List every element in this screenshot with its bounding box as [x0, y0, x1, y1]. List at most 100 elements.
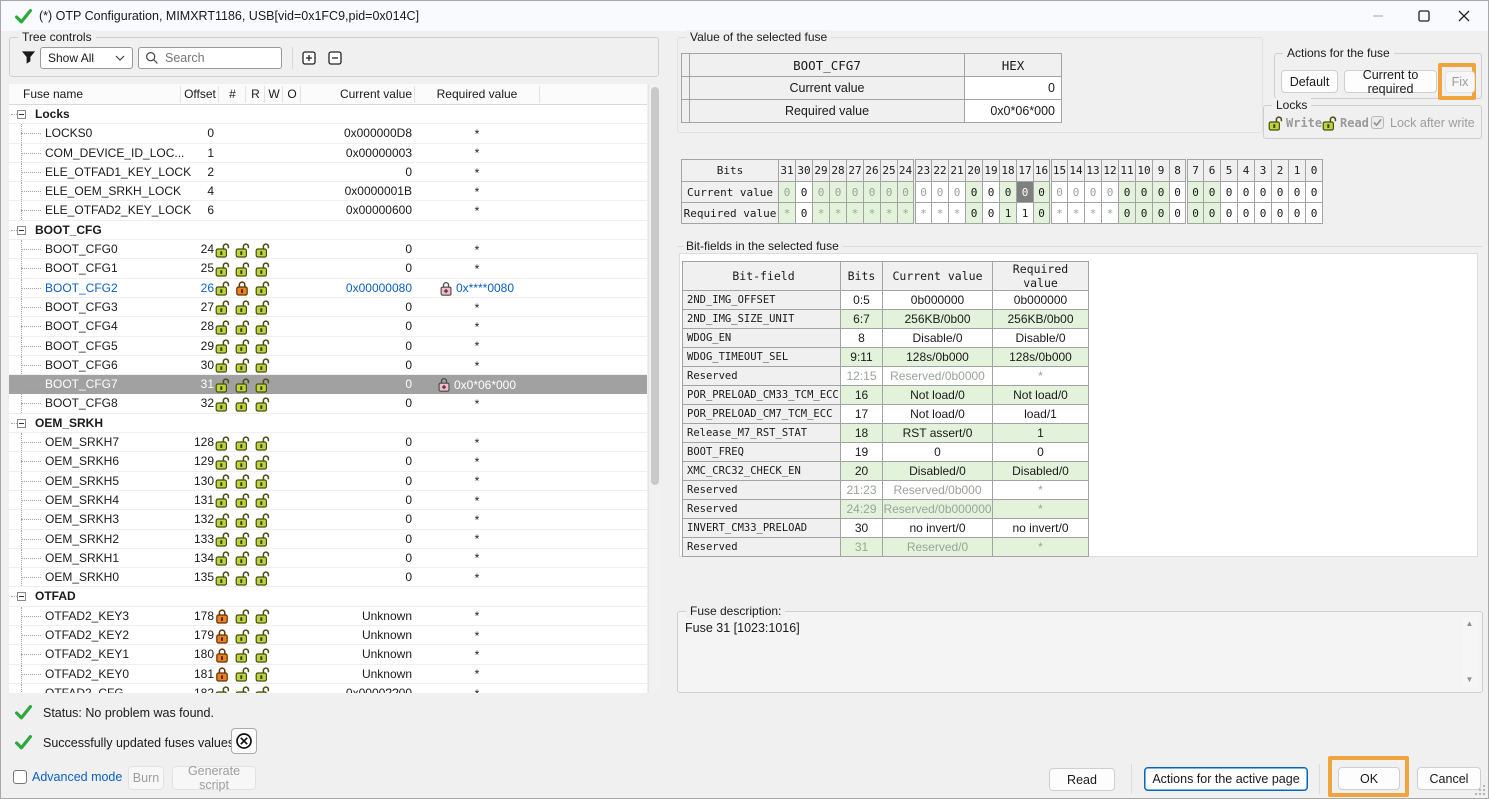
fuse-row[interactable]: OEM_SRKH61290* — [9, 452, 647, 471]
fuse-group-row[interactable]: BOOT_CFG — [9, 221, 647, 240]
fuse-group-row[interactable]: Locks — [9, 105, 647, 124]
fuse-row[interactable]: BOOT_CFG4280* — [9, 317, 647, 336]
bitfield-row[interactable]: Reserved12:15Reserved/0b0000* — [683, 367, 1089, 386]
fuse-row[interactable]: OEM_SRKH41310* — [9, 491, 647, 510]
fuse-required-value[interactable]: * — [415, 684, 539, 693]
lock-icons[interactable] — [215, 531, 270, 547]
lock-icons[interactable] — [215, 377, 270, 393]
fuse-required-value[interactable]: * — [415, 433, 539, 452]
bitfield-row[interactable]: XMC_CRC32_CHECK_EN20Disabled/0Disabled/0 — [683, 462, 1089, 481]
fuse-group-row[interactable]: OTFAD — [9, 587, 647, 606]
lock-icons[interactable] — [215, 492, 270, 508]
dismiss-message-button[interactable] — [231, 728, 257, 754]
fuse-row[interactable]: OTFAD2_KEY2179Unknown* — [9, 626, 647, 645]
bitfield-row[interactable]: BOOT_FREQ1900 — [683, 443, 1089, 462]
fuse-row[interactable]: OEM_SRKH51300* — [9, 472, 647, 491]
fuse-required-value[interactable]: * — [415, 645, 539, 664]
expand-all-icon[interactable] — [302, 51, 316, 70]
lock-icons[interactable] — [215, 261, 270, 277]
bitfield-required[interactable]: 1 — [993, 424, 1089, 443]
maximize-button[interactable] — [1408, 5, 1440, 27]
bitfield-required[interactable]: Disable/0 — [993, 329, 1089, 348]
bit-cell-16[interactable]: 0 — [1034, 203, 1051, 224]
fuse-required-value[interactable]: * — [415, 472, 539, 491]
fuse-required-value[interactable]: * — [415, 144, 539, 163]
bitfield-row[interactable]: POR_PRELOAD_CM33_TCM_ECC16Not load/0Not … — [683, 386, 1089, 405]
fuse-row[interactable]: BOOT_CFG1250* — [9, 259, 647, 278]
bit-cell-2[interactable]: 0 — [1272, 203, 1289, 224]
current-to-required-button[interactable]: Current to required — [1344, 70, 1437, 93]
actions-for-active-page-button[interactable]: Actions for the active page — [1144, 767, 1308, 791]
fuse-row[interactable]: ELE_OEM_SRKH_LOCK40x0000001B* — [9, 182, 647, 201]
search-input[interactable]: Search — [138, 47, 282, 69]
bit-cell-23[interactable]: * — [915, 203, 932, 224]
lock-icons[interactable] — [215, 435, 270, 451]
col-w[interactable]: W — [265, 87, 283, 102]
fuse-required-value[interactable]: * — [415, 626, 539, 645]
bit-cell-14[interactable]: * — [1068, 203, 1085, 224]
bit-cell-18[interactable]: 1 — [1000, 203, 1017, 224]
bit-cell-0[interactable]: 0 — [1306, 203, 1323, 224]
fuse-row[interactable]: LOCKS000x000000D8* — [9, 124, 647, 143]
collapse-all-icon[interactable] — [328, 51, 342, 70]
fuse-row[interactable]: OTFAD2_CFG1820x0000??00* — [9, 684, 647, 693]
fuse-required-value[interactable]: * — [415, 665, 539, 684]
bit-cell-28[interactable]: * — [830, 203, 847, 224]
ok-button[interactable]: OK — [1338, 767, 1400, 790]
fix-button[interactable]: Fix — [1445, 71, 1475, 93]
fuse-required-value[interactable]: * — [415, 201, 539, 220]
bitfield-row[interactable]: 2ND_IMG_OFFSET0:50b0000000b000000 — [683, 291, 1089, 310]
fuse-required-value[interactable]: * — [415, 337, 539, 356]
bit-cell-4[interactable]: 0 — [1238, 203, 1255, 224]
bit-cell-19[interactable]: 0 — [983, 203, 1000, 224]
fuse-required-value[interactable]: * — [415, 549, 539, 568]
fuse-row[interactable]: BOOT_CFG8320* — [9, 394, 647, 413]
fuse-row[interactable]: OEM_SRKH01350* — [9, 568, 647, 587]
fuse-row[interactable]: BOOT_CFG0240* — [9, 240, 647, 259]
lock-icons[interactable] — [215, 570, 270, 586]
lock-icons[interactable] — [215, 608, 270, 624]
bit-cell-17[interactable]: 1 — [1017, 203, 1034, 224]
bit-cell-26[interactable]: * — [864, 203, 881, 224]
bit-cell-9[interactable]: 0 — [1153, 203, 1170, 224]
fuse-required-value[interactable]: * — [415, 510, 539, 529]
bitfield-required[interactable]: no invert/0 — [993, 519, 1089, 538]
bit-cell-12[interactable]: * — [1102, 203, 1119, 224]
collapse-icon[interactable] — [17, 110, 26, 119]
fuse-required-value[interactable]: * — [415, 298, 539, 317]
bitfield-required[interactable]: * — [993, 500, 1089, 519]
fuse-required-value[interactable]: * — [415, 452, 539, 471]
fuse-group-row[interactable]: OEM_SRKH — [9, 414, 647, 433]
bit-cell-6[interactable]: 0 — [1204, 203, 1221, 224]
collapse-icon[interactable] — [17, 592, 26, 601]
burn-button[interactable]: Burn — [128, 766, 164, 790]
bit-cell-31[interactable]: * — [779, 203, 796, 224]
fuse-required-value[interactable]: * — [415, 568, 539, 587]
lock-icons[interactable] — [215, 242, 270, 258]
fuse-row[interactable]: BOOT_CFG73100x0*06*000 — [9, 375, 647, 394]
lock-after-write-checkbox[interactable] — [1371, 116, 1384, 129]
bitfield-required[interactable]: * — [993, 538, 1089, 557]
lock-icons[interactable] — [215, 338, 270, 354]
bit-cell-7[interactable]: 0 — [1187, 203, 1204, 224]
fuse-row[interactable]: BOOT_CFG6300* — [9, 356, 647, 375]
fuse-required-value[interactable]: * — [415, 356, 539, 375]
bitfield-row[interactable]: Release_M7_RST_STAT18RST assert/01 — [683, 424, 1089, 443]
scrollbar-thumb[interactable] — [651, 87, 659, 485]
bit-cell-24[interactable]: * — [898, 203, 915, 224]
fuse-required-value[interactable]: * — [415, 607, 539, 626]
generate-script-button[interactable]: Generate script — [172, 766, 256, 790]
col-current-value[interactable]: Current value — [301, 87, 412, 102]
lock-icons[interactable] — [215, 647, 270, 663]
fuse-row[interactable]: OEM_SRKH11340* — [9, 549, 647, 568]
bitfield-row[interactable]: WDOG_TIMEOUT_SEL9:11128s/0b000128s/0b000 — [683, 348, 1089, 367]
advanced-mode-label[interactable]: Advanced mode — [32, 770, 122, 784]
bit-cell-13[interactable]: * — [1085, 203, 1102, 224]
fuse-required-value[interactable]: 0x****0080 — [415, 279, 539, 298]
bit-cell-20[interactable]: 0 — [966, 203, 983, 224]
lock-icons[interactable] — [215, 396, 270, 412]
fuse-row[interactable]: OTFAD2_KEY3178Unknown* — [9, 607, 647, 626]
bitfield-row[interactable]: Reserved24:29Reserved/0b000000* — [683, 500, 1089, 519]
required-value-cell[interactable]: 0x0*06*000 — [965, 100, 1062, 123]
fuse-row[interactable]: OTFAD2_KEY1180Unknown* — [9, 645, 647, 664]
